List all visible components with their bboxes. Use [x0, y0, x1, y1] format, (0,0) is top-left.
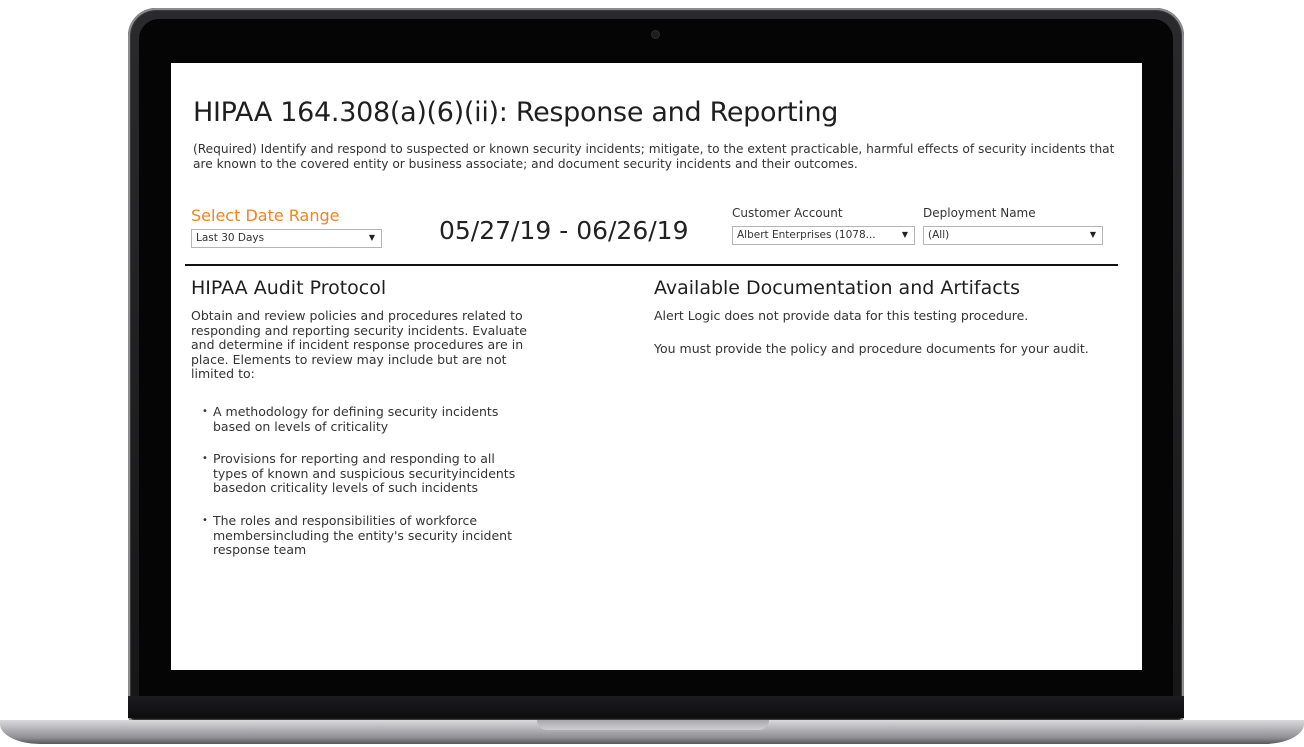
page-description: (Required) Identify and respond to suspe…: [193, 142, 1115, 171]
documentation-heading: Available Documentation and Artifacts: [654, 277, 1021, 299]
deployment-name-value: (All): [928, 229, 950, 241]
list-item: A methodology for defining security inci…: [199, 404, 519, 434]
customer-account-value: Albert Enterprises (1078...: [737, 229, 876, 241]
list-item: Provisions for reporting and responding …: [199, 451, 519, 496]
date-range-select[interactable]: Last 30 Days ▼: [191, 229, 382, 248]
laptop-chin: [128, 696, 1184, 718]
list-item: The roles and responsibilities of workfo…: [199, 513, 519, 558]
date-range-label: Select Date Range: [191, 206, 340, 225]
customer-account-label: Customer Account: [732, 206, 843, 220]
audit-protocol-intro: Obtain and review policies and procedure…: [191, 308, 527, 382]
audit-protocol-list: A methodology for defining security inci…: [199, 404, 519, 558]
section-divider: [185, 264, 1118, 266]
caret-down-icon: ▼: [368, 233, 375, 242]
deployment-name-label: Deployment Name: [923, 206, 1036, 220]
caret-down-icon: ▼: [901, 230, 908, 239]
deployment-name-select[interactable]: (All) ▼: [923, 226, 1103, 245]
customer-account-select[interactable]: Albert Enterprises (1078... ▼: [732, 226, 915, 245]
audit-protocol-heading: HIPAA Audit Protocol: [191, 277, 387, 299]
laptop-base-notch: [537, 720, 769, 730]
date-range-value: Last 30 Days: [196, 232, 265, 244]
documentation-paragraph-2: You must provide the policy and procedur…: [654, 341, 1089, 356]
date-range-display: 05/27/19 - 06/26/19: [439, 216, 689, 245]
page-title: HIPAA 164.308(a)(6)(ii): Response and Re…: [193, 97, 839, 128]
screen: HIPAA 164.308(a)(6)(ii): Response and Re…: [171, 63, 1142, 670]
camera-icon: [652, 31, 659, 38]
documentation-paragraph-1: Alert Logic does not provide data for th…: [654, 308, 1029, 323]
caret-down-icon: ▼: [1089, 230, 1096, 239]
